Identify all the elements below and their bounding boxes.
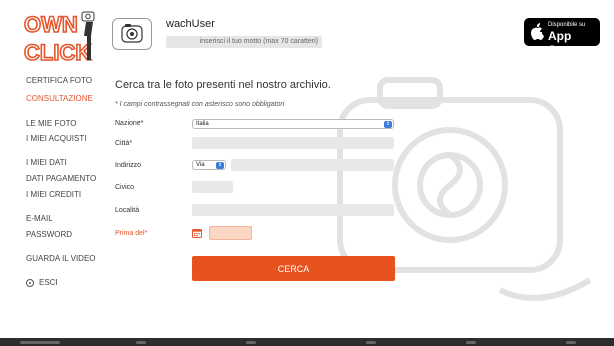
- sidebar-item-esci-label: ESCI: [39, 278, 58, 287]
- indirizzo-field[interactable]: [231, 159, 394, 171]
- citta-field[interactable]: [192, 137, 394, 149]
- app-store-badge[interactable]: Disponibile su App Store: [524, 18, 600, 57]
- required-note: * I campi contrassegnati con asterisco s…: [115, 101, 285, 108]
- civico-label: Civico: [115, 184, 135, 191]
- app-store-line2: App Store: [548, 29, 579, 57]
- motto-input[interactable]: inserisci il tuo motto (max 70 caratteri…: [166, 36, 322, 48]
- cerca-button[interactable]: CERCA: [192, 256, 395, 281]
- indirizzo-type-select[interactable]: Via ⇕: [192, 160, 226, 170]
- chevron-updown-icon: ⇕: [216, 162, 224, 169]
- logo-text-line2: CLICK: [24, 40, 91, 64]
- app-store-line1: Disponibile su: [548, 22, 586, 28]
- bottom-bar-item: [136, 341, 146, 344]
- username: wachUser: [166, 18, 215, 30]
- sidebar-item-certifica-foto[interactable]: CERTIFICA FOTO: [26, 76, 92, 85]
- calendar-icon[interactable]: [192, 228, 202, 238]
- sidebar-item-consultazione[interactable]: CONSULTAZIONE: [26, 94, 93, 103]
- civico-field[interactable]: [192, 181, 233, 193]
- sidebar-item-le-mie-foto[interactable]: LE MIE FOTO: [26, 119, 77, 128]
- sidebar-item-email[interactable]: E-MAIL: [26, 214, 53, 223]
- localita-field[interactable]: [192, 204, 394, 216]
- bottom-bar: [0, 338, 614, 346]
- background-camera-art: [337, 77, 592, 301]
- camera-avatar-icon: [121, 24, 143, 43]
- indirizzo-label: Indirizzo: [115, 162, 142, 169]
- sidebar-item-esci[interactable]: ESCI: [26, 278, 58, 287]
- nazione-select[interactable]: Italia ⇕: [192, 119, 394, 129]
- chevron-updown-icon: ⇕: [384, 121, 392, 128]
- user-avatar[interactable]: [112, 18, 152, 50]
- localita-label: Località: [115, 207, 140, 214]
- sidebar-item-guarda-il-video[interactable]: GUARDA IL VIDEO: [26, 254, 96, 263]
- bottom-bar-item: [246, 341, 256, 344]
- bottom-bar-item: [366, 341, 376, 344]
- indirizzo-type-value: Via: [196, 162, 205, 168]
- sidebar-item-i-miei-acquisti[interactable]: I MIEI ACQUISTI: [26, 134, 86, 143]
- nazione-select-value: Italia: [196, 121, 209, 127]
- ownclick-logo[interactable]: OWN CLICK: [24, 8, 96, 64]
- bottom-bar-item: [466, 341, 476, 344]
- page-title: Cerca tra le foto presenti nel nostro ar…: [115, 79, 331, 91]
- sidebar-item-i-miei-crediti[interactable]: I MIEI CREDITI: [26, 190, 81, 199]
- prima-del-date-field[interactable]: [209, 226, 252, 240]
- sidebar-item-i-miei-dati[interactable]: I MIEI DATI: [26, 158, 67, 167]
- bottom-bar-item: [566, 341, 576, 344]
- nazione-label: Nazione*: [115, 120, 144, 127]
- exit-icon: [26, 278, 34, 287]
- prima-del-label: Prima del*: [115, 230, 148, 237]
- apple-icon: [531, 23, 544, 40]
- citta-label: Città*: [115, 140, 133, 147]
- logo-text-line1: OWN: [24, 12, 78, 37]
- sidebar-item-dati-pagamento[interactable]: DATI PAGAMENTO: [26, 174, 96, 183]
- bottom-bar-item: [20, 341, 60, 344]
- sidebar-item-password[interactable]: PASSWORD: [26, 230, 72, 239]
